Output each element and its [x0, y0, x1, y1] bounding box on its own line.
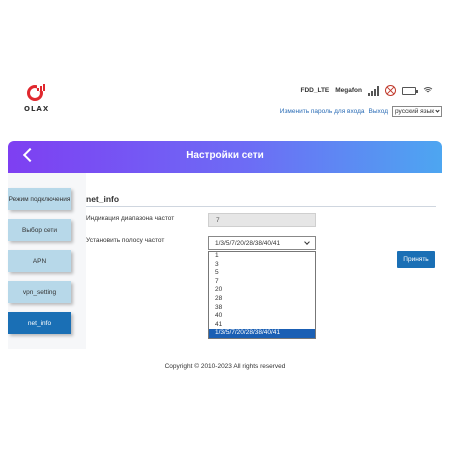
- band-select-value: 1/3/5/7/20/28/38/40/41: [215, 239, 281, 247]
- sidebar-item-net-info[interactable]: net_info: [8, 312, 71, 334]
- band-option[interactable]: 1/3/5/7/20/28/38/40/41: [209, 329, 315, 338]
- band-option[interactable]: 3: [209, 261, 315, 270]
- chevron-down-icon: [304, 239, 310, 245]
- battery-icon: [402, 86, 418, 95]
- globe-icon: [385, 85, 396, 96]
- wifi-icon: [422, 86, 434, 96]
- logo-text: OLAX: [24, 105, 50, 113]
- band-option[interactable]: 40: [209, 312, 315, 321]
- apply-button[interactable]: Принять: [397, 251, 435, 268]
- panel-title: net_info: [86, 194, 120, 204]
- main-content: Режим подключения Выбор сети APN vpn_set…: [8, 173, 442, 349]
- band-indication-field: 7: [208, 213, 316, 227]
- set-band-label: Установить полосу частот: [86, 237, 165, 244]
- logo-bars: [37, 84, 45, 91]
- language-select-value: русский язык: [395, 108, 435, 115]
- logout-link[interactable]: Выход: [369, 108, 388, 115]
- sidebar-nav: Режим подключения Выбор сети APN vpn_set…: [8, 188, 71, 343]
- signal-bars-icon: [368, 85, 379, 96]
- top-header: OLAX FDD_LTE Megafon Изменить пароль для…: [0, 80, 450, 125]
- band-option[interactable]: 28: [209, 295, 315, 304]
- language-select[interactable]: русский язык: [392, 106, 442, 117]
- sidebar-item-apn[interactable]: APN: [8, 250, 71, 272]
- band-option[interactable]: 7: [209, 278, 315, 287]
- band-option[interactable]: 5: [209, 269, 315, 278]
- page-title: Настройки сети: [186, 150, 264, 161]
- change-password-link[interactable]: Изменить пароль для входа: [280, 108, 365, 115]
- header-links: Изменить пароль для входа Выход русский …: [280, 106, 442, 117]
- status-bar: FDD_LTE Megafon: [300, 85, 434, 96]
- band-indication-label: Индикация диапазона частот: [86, 215, 175, 222]
- panel-divider: [86, 206, 436, 207]
- band-option[interactable]: 20: [209, 286, 315, 295]
- net-info-panel: net_info Индикация диапазона частот 7 Ус…: [86, 173, 442, 349]
- network-type: FDD_LTE: [300, 87, 330, 94]
- sidebar-item-network-select[interactable]: Выбор сети: [8, 219, 71, 241]
- band-dropdown-list: 1 3 5 7 20 28 38 40 41 1/3/5/7/20/28/38/40/41: [208, 251, 316, 339]
- sidebar-item-vpn-setting[interactable]: vpn_setting: [8, 281, 71, 303]
- band-option[interactable]: 41: [209, 321, 315, 330]
- olax-logo: OLAX: [22, 83, 52, 117]
- band-option[interactable]: 38: [209, 304, 315, 313]
- sidebar-item-connection-mode[interactable]: Режим подключения: [8, 188, 71, 210]
- band-option[interactable]: 1: [209, 252, 315, 261]
- operator-name: Megafon: [335, 87, 362, 94]
- band-select[interactable]: 1/3/5/7/20/28/38/40/41: [208, 236, 316, 250]
- copyright-footer: Copyright © 2010-2023 All rights reserve…: [164, 363, 286, 370]
- chevron-down-icon: [435, 108, 440, 113]
- page-banner: Настройки сети: [8, 141, 442, 173]
